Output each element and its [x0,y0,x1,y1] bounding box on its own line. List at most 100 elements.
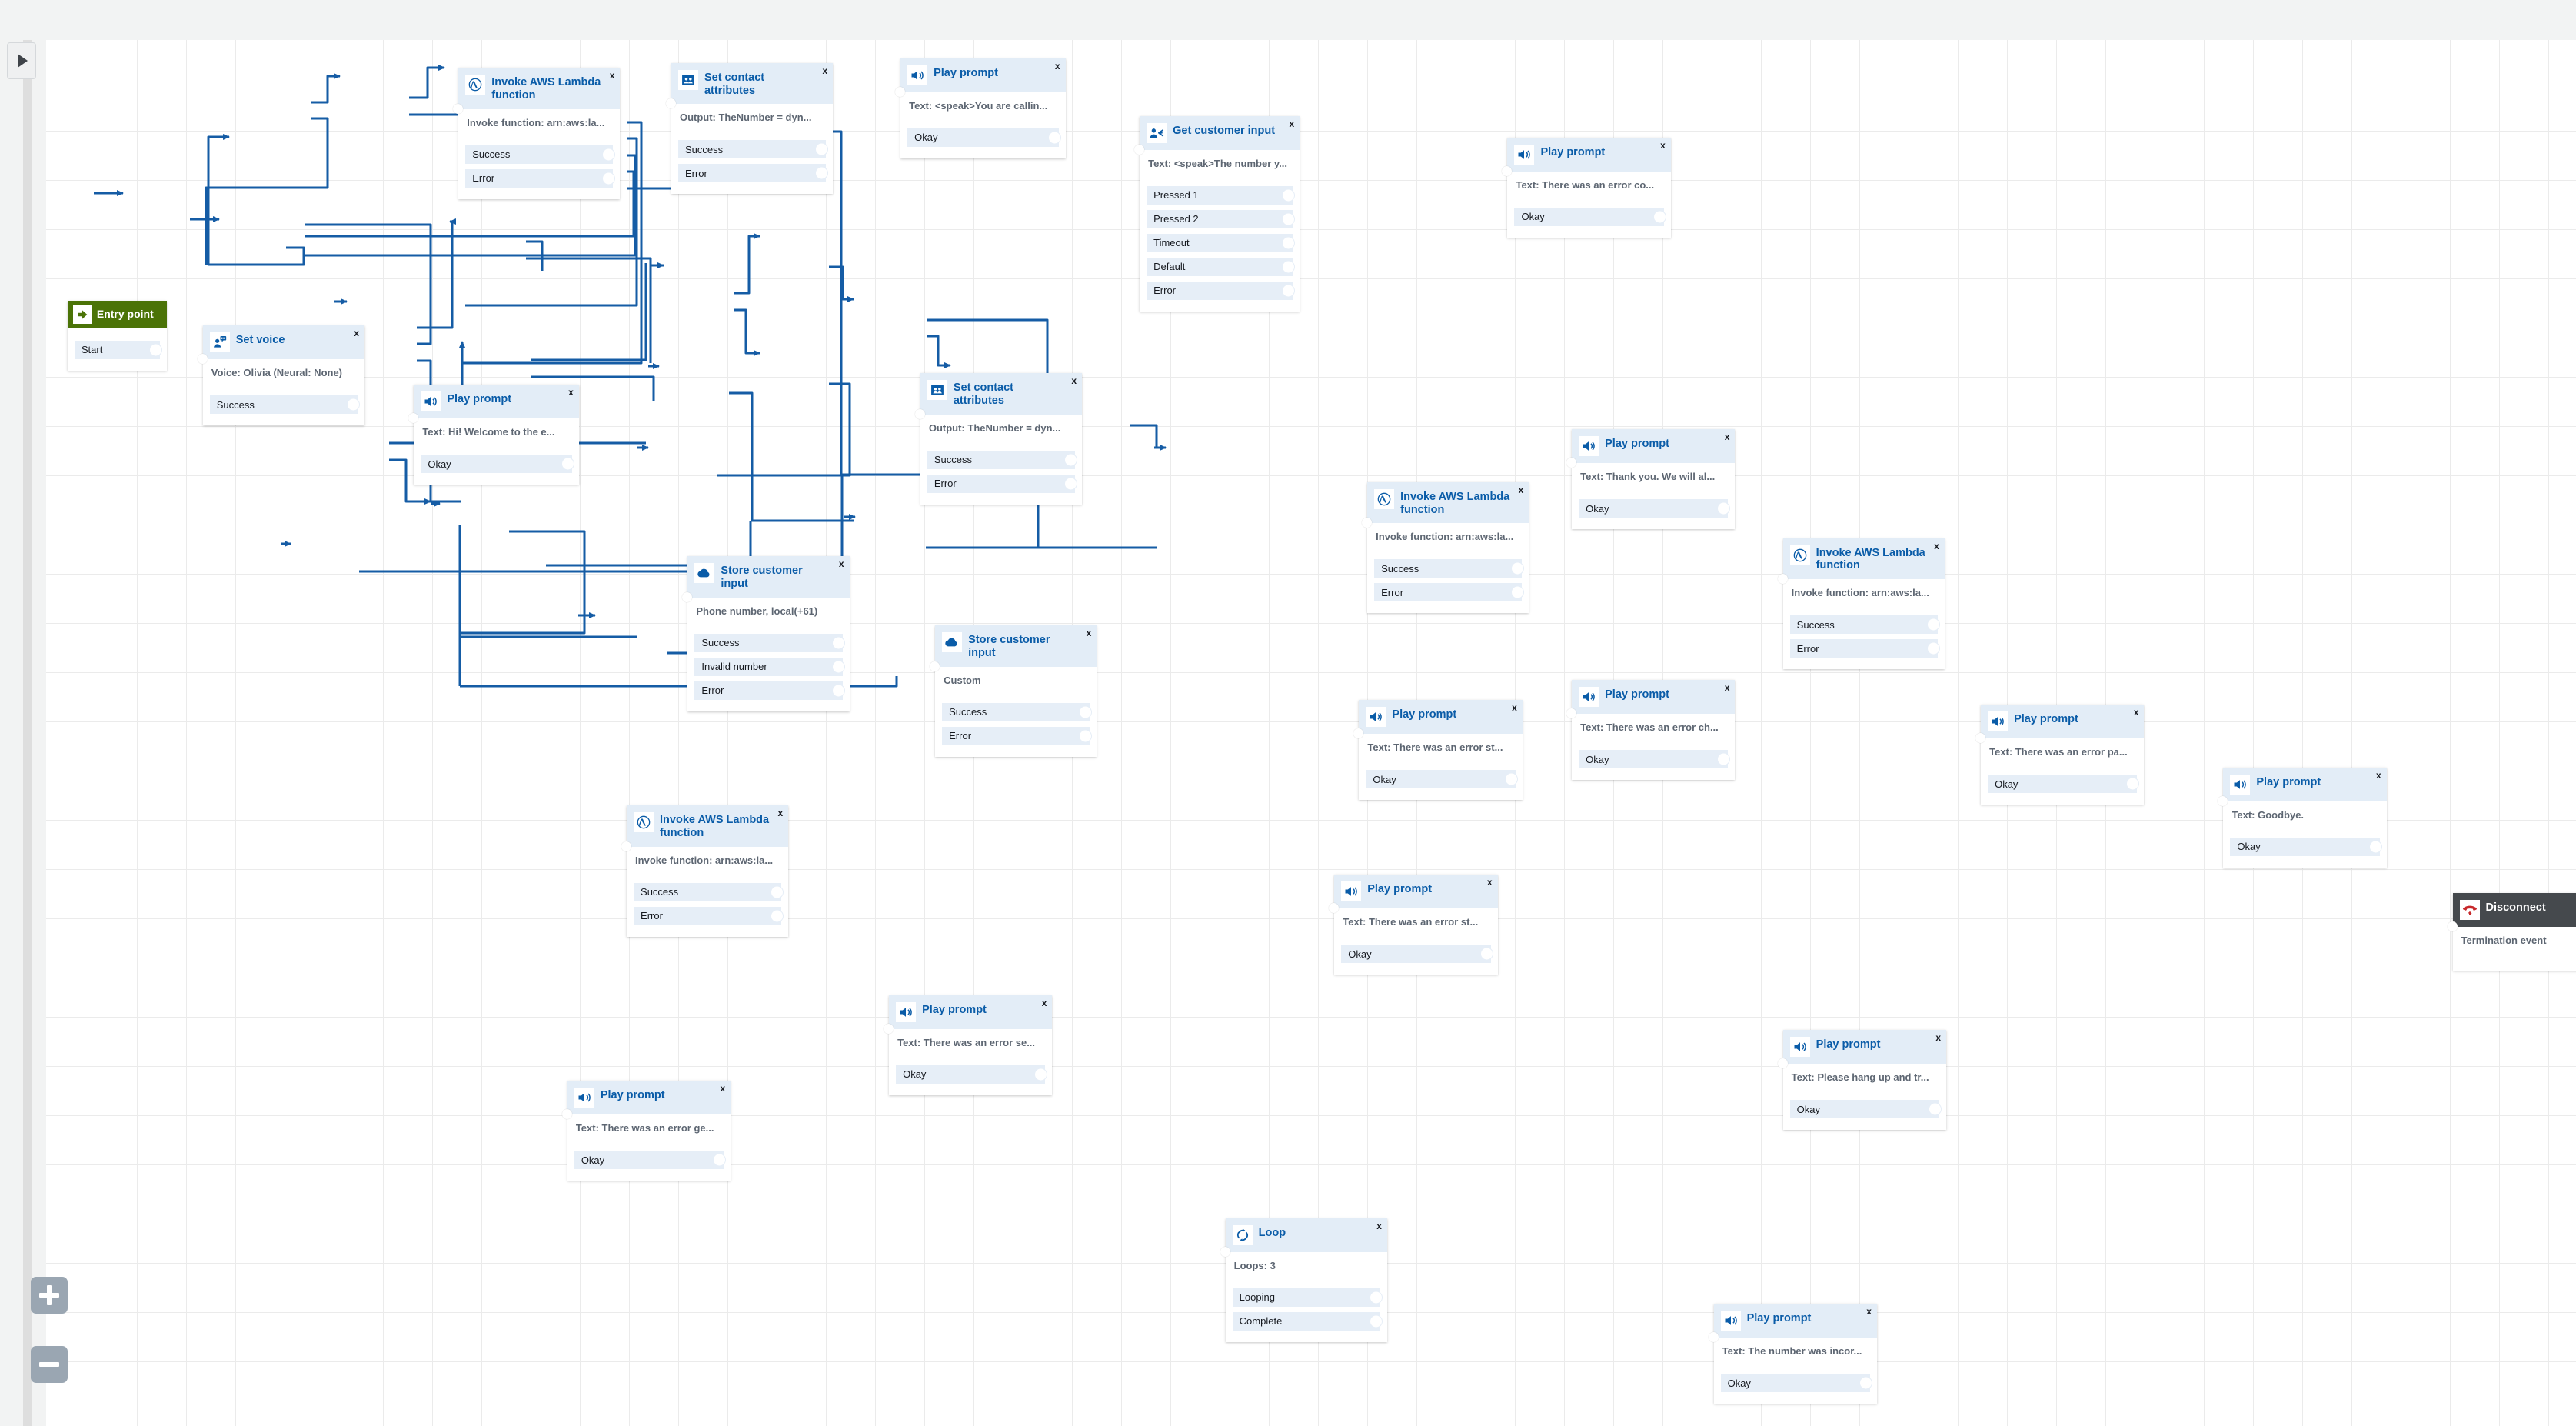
node-port-success[interactable]: Success [677,140,828,159]
port-output-connector[interactable] [1283,213,1295,225]
flow-node-invoke-lambda[interactable]: Invoke AWS Lambda function x Invoke func… [621,805,789,937]
close-icon[interactable]: x [1071,376,1077,385]
node-input-connector[interactable] [1777,574,1788,585]
node-port-error[interactable]: Error [1147,281,1295,300]
close-icon[interactable]: x [1935,1033,1941,1042]
port-output-connector[interactable] [2369,841,2381,853]
close-icon[interactable]: x [1290,119,1295,128]
node-input-connector[interactable] [884,1023,894,1034]
port-output-connector[interactable] [1505,773,1517,785]
port-output-connector[interactable] [603,172,615,185]
port-output-connector[interactable] [816,167,828,179]
node-input-connector[interactable] [453,103,464,114]
close-icon[interactable]: x [839,559,844,568]
node-port-error[interactable]: Error [927,474,1077,493]
flow-node-play-prompt[interactable]: Play prompt x Text: There was an error p… [1975,705,2145,805]
flow-node-play-prompt[interactable]: Play prompt x Text: Goodbye. Okay [2218,767,2387,868]
node-port-okay[interactable]: Okay [1366,770,1517,788]
flow-node-invoke-lambda[interactable]: Invoke AWS Lambda function x Invoke func… [1777,538,1945,670]
node-input-connector[interactable] [1134,144,1145,155]
flow-node-entry-point[interactable]: Entry point Start [67,300,167,371]
node-port-success[interactable]: Success [1374,559,1524,578]
port-output-connector[interactable] [1035,1068,1047,1081]
flow-node-play-prompt[interactable]: Play prompt x Text: There was an error s… [1329,875,1498,975]
port-output-connector[interactable] [832,637,844,649]
node-port-complete[interactable]: Complete [1232,1311,1382,1331]
node-port-okay[interactable]: Okay [1579,750,1730,769]
port-output-connector[interactable] [347,398,359,411]
port-output-connector[interactable] [1653,211,1666,223]
port-output-connector[interactable] [1048,132,1060,144]
port-output-connector[interactable] [1080,730,1092,742]
close-icon[interactable]: x [568,388,574,397]
node-port-looping[interactable]: Looping [1232,1288,1382,1307]
node-port-default[interactable]: Default [1147,257,1295,276]
node-port-error[interactable]: Error [1374,583,1524,602]
port-output-connector[interactable] [1065,478,1077,490]
port-output-connector[interactable] [1927,618,1939,631]
flow-node-play-prompt[interactable]: Play prompt x Text: Thank you. We will a… [1566,429,1736,530]
flow-node-disconnect[interactable]: Disconnect x Termination event [2447,892,2576,971]
close-icon[interactable]: x [1866,1307,1872,1316]
node-port-okay[interactable]: Okay [1579,499,1730,518]
node-input-connector[interactable] [914,408,925,419]
flow-node-set-contact-attributes[interactable]: Set contact attributes x Output: TheNumb… [914,373,1083,505]
port-output-connector[interactable] [832,685,844,697]
flow-node-play-prompt[interactable]: Play prompt x Text: There was an error s… [1353,700,1523,800]
flow-node-play-prompt[interactable]: Play prompt x Text: The number was incor… [1708,1304,1877,1404]
port-output-connector[interactable] [1480,948,1493,960]
port-output-connector[interactable] [1283,237,1295,249]
port-output-connector[interactable] [149,344,161,356]
node-port-error[interactable]: Error [942,726,1092,745]
flow-node-set-voice[interactable]: Set voice x Voice: Olivia (Neural: None)… [197,325,364,426]
node-port-error[interactable]: Error [694,681,844,700]
flow-node-store-customer-input[interactable]: Store customer input x Custom Success Er… [930,625,1097,757]
node-input-connector[interactable] [197,354,208,365]
expand-panel-button[interactable] [7,42,36,79]
port-output-connector[interactable] [1927,642,1939,655]
close-icon[interactable]: x [1725,683,1730,692]
close-icon[interactable]: x [778,808,784,818]
port-output-connector[interactable] [1370,1315,1382,1328]
port-output-connector[interactable] [771,910,784,922]
node-input-connector[interactable] [930,661,940,671]
port-output-connector[interactable] [714,1154,726,1166]
flow-node-play-prompt[interactable]: Play prompt x Text: There was an error g… [561,1081,731,1181]
node-port-okay[interactable]: Okay [421,455,574,474]
flow-node-loop[interactable]: Loop x Loops: 3 Looping Complete [1220,1218,1387,1342]
port-output-connector[interactable] [1929,1103,1942,1115]
zoom-out-button[interactable] [31,1346,68,1383]
close-icon[interactable]: x [1055,62,1060,71]
node-port-timeout[interactable]: Timeout [1147,233,1295,252]
close-icon[interactable]: x [1512,703,1517,712]
port-output-connector[interactable] [1370,1291,1382,1304]
node-input-connector[interactable] [621,841,632,851]
zoom-in-button[interactable] [31,1277,68,1314]
flow-node-set-contact-attributes[interactable]: Set contact attributes x Output: TheNumb… [665,63,834,195]
port-output-connector[interactable] [1718,502,1730,515]
node-port-pressed-2[interactable]: Pressed 2 [1147,209,1295,228]
close-icon[interactable]: x [1519,485,1524,495]
node-port-okay[interactable]: Okay [1514,207,1666,226]
close-icon[interactable]: x [1725,432,1730,441]
node-port-invalid-number[interactable]: Invalid number [694,657,844,676]
flow-node-play-prompt[interactable]: Play prompt x Text: Please hang up and t… [1777,1030,1947,1130]
node-port-okay[interactable]: Okay [574,1151,726,1170]
close-icon[interactable]: x [1934,541,1939,551]
node-port-error[interactable]: Error [465,168,615,188]
node-port-success[interactable]: Success [942,702,1092,721]
flow-node-play-prompt[interactable]: Play prompt x Text: There was an error c… [1502,137,1671,238]
flow-node-play-prompt[interactable]: Play prompt x Text: There was an error s… [884,995,1053,1095]
port-output-connector[interactable] [1283,261,1295,273]
port-output-connector[interactable] [2127,778,2139,790]
node-input-connector[interactable] [1708,1332,1719,1343]
close-icon[interactable]: x [720,1084,725,1093]
close-icon[interactable]: x [2134,708,2139,717]
port-output-connector[interactable] [1065,454,1077,466]
node-port-start[interactable]: Start [74,340,161,359]
node-input-connector[interactable] [1777,1058,1788,1068]
node-port-error[interactable]: Error [677,164,828,183]
node-input-connector[interactable] [895,86,906,97]
node-port-success[interactable]: Success [694,633,844,652]
node-port-error[interactable]: Error [634,906,784,925]
